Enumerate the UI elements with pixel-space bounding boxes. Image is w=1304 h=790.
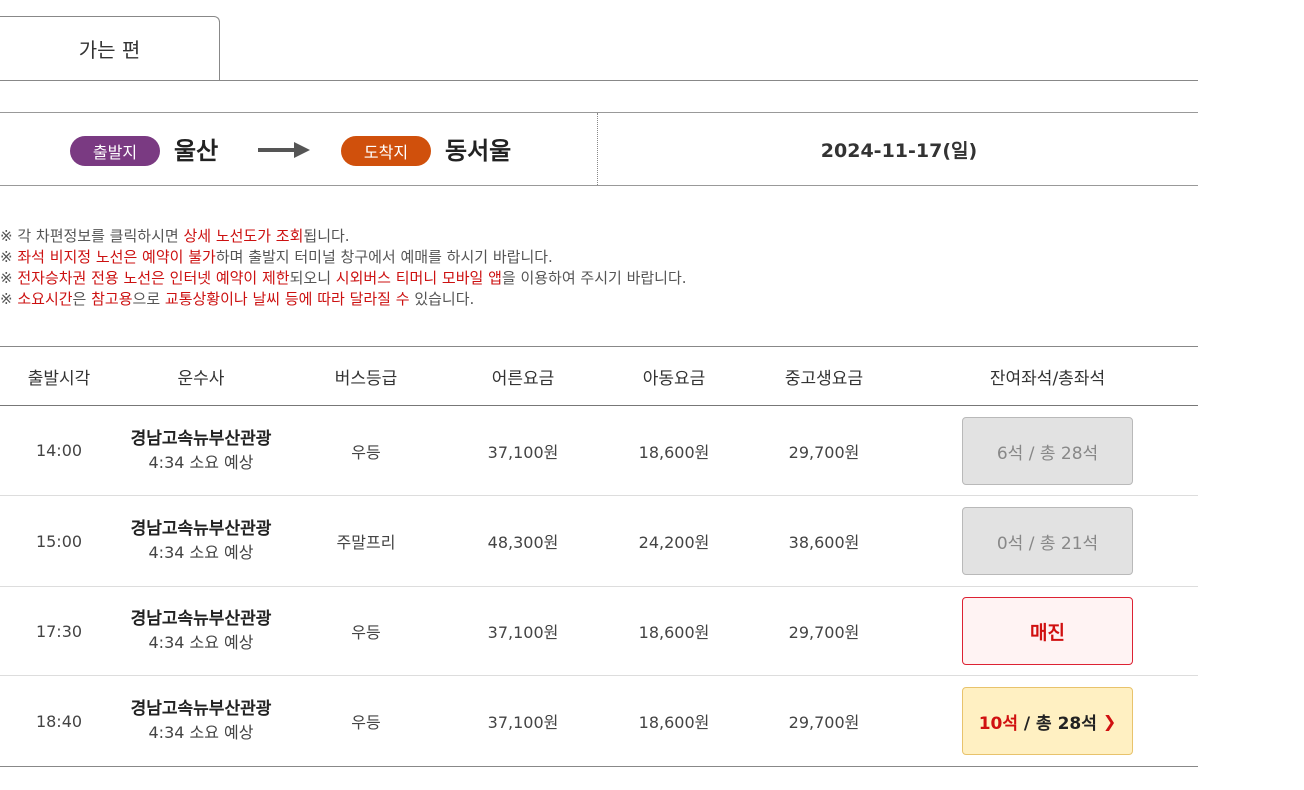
table-row[interactable]: 18:40 경남고속뉴부산관광 4:34 소요 예상 우등 37,100원 18,600원… <box>0 676 1198 767</box>
seat-status-button[interactable]: 6석 / 총 28석 <box>962 417 1133 485</box>
header-bus-grade: 버스등급 <box>334 368 398 389</box>
notice-text: 됩니다. <box>303 227 350 245</box>
header-seats: 잔여좌석/총좌석 <box>989 368 1106 389</box>
adult-fare: 37,100원 <box>487 713 559 732</box>
header-student-fare: 중고생요금 <box>784 368 864 389</box>
notice-text: 되오니 <box>289 269 336 287</box>
child-fare: 18,600원 <box>638 713 710 732</box>
bus-grade: 우등 <box>351 713 381 732</box>
travel-date: 2024-11-17(일) <box>820 139 978 162</box>
table-header: 출발시각 운수사 버스등급 어른요금 아동요금 중고생요금 잔여좌석/총좌석 <box>0 346 1198 406</box>
estimated-duration: 4:34 소요 예상 <box>148 723 254 742</box>
company-name: 경남고속뉴부산관광 <box>130 428 272 449</box>
notice-line: ※ 좌석 비지정 노선은 예약이 불가하며 출발지 터미널 창구에서 예매를 하… <box>0 247 687 268</box>
bus-company: 경남고속뉴부산관광 4:34 소요 예상 <box>118 406 284 495</box>
student-fare: 29,700원 <box>788 442 860 462</box>
route-divider <box>597 113 598 185</box>
notice-line: ※ 소요시간은 참고용으로 교통상황이나 날씨 등에 따라 달라질 수 있습니다… <box>0 289 687 310</box>
tab-outbound[interactable]: 가는 편 <box>0 16 220 80</box>
arrival-badge: 도착지 <box>341 136 431 166</box>
estimated-duration: 4:34 소요 예상 <box>148 633 254 652</box>
seats-total: / 총 28석 <box>1023 713 1097 734</box>
student-fare: 29,700원 <box>788 713 860 732</box>
bus-company: 경남고속뉴부산관광 4:34 소요 예상 <box>118 587 284 675</box>
bus-grade: 우등 <box>351 442 381 462</box>
notice-line: ※ 각 차편정보를 클릭하시면 상세 노선도가 조회됩니다. <box>0 226 687 247</box>
notice-highlight: 상세 노선도가 조회 <box>183 227 304 245</box>
notice-highlight: 시외버스 티머니 모바일 앱 <box>335 269 502 287</box>
child-fare: 18,600원 <box>638 623 710 642</box>
departure-time: 17:30 <box>35 621 83 641</box>
notice-list: ※ 각 차편정보를 클릭하시면 상세 노선도가 조회됩니다. ※ 좌석 비지정 노… <box>0 226 687 310</box>
sold-out-button[interactable]: 매진 <box>962 597 1133 665</box>
notice-text: 으로 <box>132 290 165 308</box>
route-summary: 출발지 울산 도착지 동서울 2024-11-17(일) <box>0 112 1198 186</box>
student-fare: 29,700원 <box>788 623 860 642</box>
bus-grade: 우등 <box>351 623 381 642</box>
seat-status-button[interactable]: 0석 / 총 21석 <box>962 507 1133 575</box>
notice-text: ※ 각 차편정보를 클릭하시면 <box>0 227 184 245</box>
notice-highlight: 좌석 비지정 노선은 예약이 불가 <box>17 248 216 266</box>
child-fare: 18,600원 <box>638 442 710 462</box>
header-adult-fare: 어른요금 <box>491 368 555 389</box>
adult-fare: 37,100원 <box>487 623 559 642</box>
notice-text: ※ <box>0 248 18 266</box>
departure-badge: 출발지 <box>70 136 160 166</box>
notice-highlight: 전자승차권 전용 노선은 인터넷 예약이 제한 <box>17 269 290 287</box>
departure-time: 18:40 <box>35 711 83 731</box>
departure-time: 14:00 <box>35 441 83 460</box>
company-name: 경남고속뉴부산관광 <box>130 519 272 539</box>
chevron-right-icon: ❯ <box>1102 711 1117 731</box>
arrival-city: 동서울 <box>445 137 512 165</box>
seat-select-button[interactable]: 10석 / 총 28석 ❯ <box>962 687 1133 755</box>
table-row[interactable]: 14:00 경남고속뉴부산관광 4:34 소요 예상 우등 37,100원 18,600원… <box>0 406 1198 496</box>
notice-text: ※ <box>0 269 18 287</box>
header-child-fare: 아동요금 <box>642 368 706 389</box>
child-fare: 24,200원 <box>638 533 710 552</box>
notice-text: 을 이용하여 주시기 바랍니다. <box>501 269 687 287</box>
company-name: 경남고속뉴부산관광 <box>130 609 272 629</box>
adult-fare: 37,100원 <box>487 442 559 462</box>
notice-highlight: 소요시간 <box>17 290 73 308</box>
adult-fare: 48,300원 <box>487 533 559 552</box>
bus-grade: 주말프리 <box>336 533 396 552</box>
bus-company: 경남고속뉴부산관광 4:34 소요 예상 <box>118 676 284 766</box>
notice-text: 있습니다. <box>409 290 475 308</box>
departure-city: 울산 <box>174 137 219 165</box>
table-row[interactable]: 17:30 경남고속뉴부산관광 4:34 소요 예상 우등 37,100원 18,600원… <box>0 587 1198 676</box>
arrow-right-icon <box>258 142 310 158</box>
notice-line: ※ 전자승차권 전용 노선은 인터넷 예약이 제한되오니 시외버스 티머니 모바… <box>0 268 687 289</box>
student-fare: 38,600원 <box>788 533 860 552</box>
departure-time: 15:00 <box>35 531 83 551</box>
company-name: 경남고속뉴부산관광 <box>130 699 272 719</box>
header-departure-time: 출발시각 <box>27 368 91 389</box>
notice-text: 은 <box>72 290 92 308</box>
header-company: 운수사 <box>177 368 225 389</box>
notice-highlight: 참고용 <box>91 290 133 308</box>
bus-company: 경남고속뉴부산관광 4:34 소요 예상 <box>118 496 284 586</box>
estimated-duration: 4:34 소요 예상 <box>148 543 254 562</box>
notice-text: 하며 출발지 터미널 창구에서 예매를 하시기 바랍니다. <box>215 248 553 266</box>
estimated-duration: 4:34 소요 예상 <box>148 452 254 472</box>
tab-underline <box>0 80 1198 81</box>
notice-highlight: 교통상황이나 날씨 등에 따라 달라질 수 <box>164 290 410 308</box>
seats-available: 10석 <box>978 713 1018 734</box>
notice-text: ※ <box>0 290 18 308</box>
table-row[interactable]: 15:00 경남고속뉴부산관광 4:34 소요 예상 주말프리 48,300원 24,20… <box>0 496 1198 587</box>
